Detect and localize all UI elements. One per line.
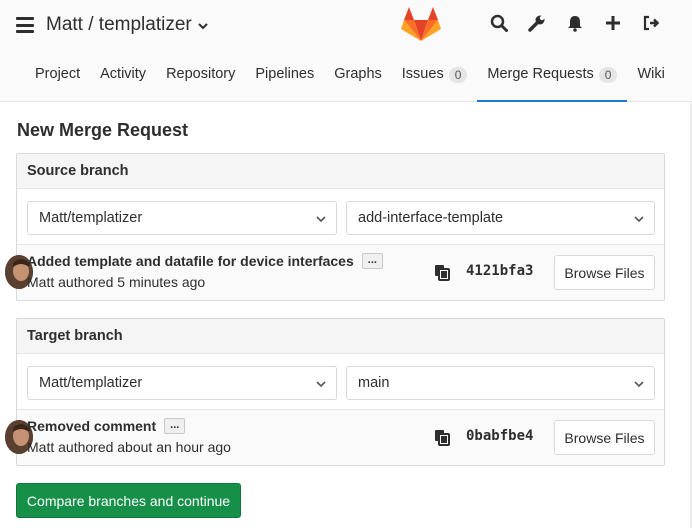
compare-branches-button[interactable]: Compare branches and continue — [16, 483, 241, 518]
clipboard-icon[interactable] — [434, 429, 450, 446]
gitlab-logo[interactable] — [401, 6, 441, 42]
tab-label: Activity — [100, 66, 147, 82]
page-title: New Merge Request — [17, 120, 189, 140]
commit-row: Added template and datafile for device i… — [5, 245, 664, 300]
tab-repository[interactable]: Repository — [156, 56, 245, 102]
tab-label: Merge Requests — [487, 66, 594, 82]
target-project-select[interactable]: Matt/templatizer — [27, 366, 337, 400]
target-branch-panel: Target branch Matt/templatizer main Remo… — [5, 318, 665, 466]
clipboard-icon[interactable] — [434, 264, 450, 281]
wrench-icon[interactable] — [526, 12, 548, 34]
top-header: Matt / templatizer Project Activity Repo… — [0, 0, 692, 102]
tab-label: Project — [35, 66, 81, 82]
select-value: Matt/templatizer — [39, 375, 143, 391]
count-badge: 0 — [598, 67, 618, 83]
tab-label: Issues — [401, 66, 444, 82]
tab-label: Pipelines — [255, 66, 315, 82]
panel-heading: Target branch — [17, 319, 664, 354]
chevron-down-icon — [634, 216, 644, 223]
select-value: Matt/templatizer — [39, 210, 143, 226]
tab-pipelines[interactable]: Pipelines — [245, 56, 324, 102]
panel-heading: Source branch — [17, 154, 664, 189]
source-branch-panel: Source branch Matt/templatizer add-inter… — [5, 153, 665, 301]
tab-graphs[interactable]: Graphs — [324, 56, 392, 102]
select-value: add-interface-template — [358, 210, 504, 226]
sign-out-icon[interactable] — [640, 12, 662, 34]
chevron-down-icon — [316, 216, 326, 223]
commit-title: Added template and datafile for device i… — [27, 253, 383, 269]
project-title-dropdown[interactable]: Matt / templatizer — [46, 14, 208, 36]
search-icon[interactable] — [488, 12, 510, 34]
tab-merge-requests[interactable]: Merge Requests 0 — [477, 56, 628, 102]
source-branch-select[interactable]: add-interface-template — [346, 201, 655, 235]
chevron-down-icon — [198, 23, 208, 30]
target-branch-select[interactable]: main — [346, 366, 655, 400]
commit-meta: Matt authored 5 minutes ago — [27, 274, 206, 290]
tab-wiki[interactable]: Wiki — [627, 56, 674, 102]
chevron-down-icon — [316, 381, 326, 388]
project-title: Matt / templatizer — [46, 14, 192, 35]
commit-meta: Matt authored about an hour ago — [27, 439, 231, 455]
expand-commit-button[interactable]: ... — [164, 418, 186, 434]
commit-message[interactable]: Added template and datafile for device i… — [27, 253, 354, 269]
tab-label: Repository — [166, 66, 236, 82]
header-icons — [488, 12, 662, 34]
project-nav: Project Activity Repository Pipelines Gr… — [25, 56, 675, 102]
tab-issues[interactable]: Issues 0 — [392, 56, 478, 102]
count-badge: 0 — [448, 67, 468, 83]
commit-title: Removed comment ... — [27, 418, 186, 434]
commit-message[interactable]: Removed comment — [27, 418, 156, 434]
select-row: Matt/templatizer add-interface-template — [17, 189, 664, 245]
tab-label: Graphs — [334, 66, 382, 82]
source-project-select[interactable]: Matt/templatizer — [27, 201, 337, 235]
select-row: Matt/templatizer main — [17, 354, 664, 410]
bell-icon[interactable] — [564, 12, 586, 34]
plus-icon[interactable] — [602, 12, 624, 34]
expand-commit-button[interactable]: ... — [361, 253, 383, 269]
tab-project[interactable]: Project — [25, 56, 90, 102]
tab-label: Wiki — [637, 66, 665, 82]
browse-files-button[interactable]: Browse Files — [554, 255, 655, 290]
menu-icon[interactable] — [16, 17, 34, 33]
commit-sha[interactable]: 0babfbe4 — [466, 428, 533, 444]
tab-activity[interactable]: Activity — [90, 56, 156, 102]
chevron-down-icon — [634, 381, 644, 388]
commit-sha[interactable]: 4121bfa3 — [466, 263, 533, 279]
commit-row: Removed comment ... Matt authored about … — [5, 410, 664, 465]
browse-files-button[interactable]: Browse Files — [554, 420, 655, 455]
select-value: main — [358, 375, 390, 391]
